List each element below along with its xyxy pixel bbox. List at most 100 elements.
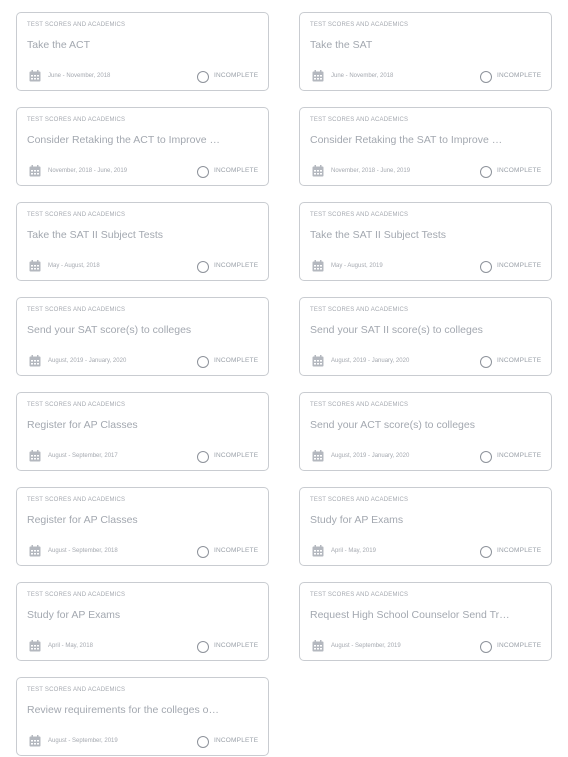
task-category: TEST SCORES AND ACADEMICS: [310, 402, 409, 408]
task-date: May - August, 2019: [331, 263, 383, 269]
status-circle-icon[interactable]: [197, 166, 209, 178]
task-card[interactable]: TEST SCORES AND ACADEMICS Send your SAT …: [299, 297, 552, 376]
task-status: INCOMPLETE: [214, 357, 259, 364]
task-title[interactable]: Register for AP Classes: [27, 419, 259, 431]
task-status: INCOMPLETE: [214, 547, 259, 554]
task-card[interactable]: TEST SCORES AND ACADEMICS Take the SAT I…: [299, 202, 552, 281]
task-category: TEST SCORES AND ACADEMICS: [310, 307, 409, 313]
task-category: TEST SCORES AND ACADEMICS: [310, 592, 409, 598]
task-card[interactable]: TEST SCORES AND ACADEMICS Send your SAT …: [16, 297, 269, 376]
task-title[interactable]: Review requirements for the colleges o…: [27, 704, 259, 716]
task-card[interactable]: TEST SCORES AND ACADEMICS Study for AP E…: [16, 582, 269, 661]
task-date: August, 2019 - January, 2020: [48, 358, 127, 364]
task-status: INCOMPLETE: [214, 642, 259, 649]
task-title[interactable]: Register for AP Classes: [27, 514, 259, 526]
task-date: August - September, 2019: [331, 643, 401, 649]
status-circle-icon[interactable]: [197, 641, 209, 653]
status-circle-icon[interactable]: [480, 451, 492, 463]
task-category: TEST SCORES AND ACADEMICS: [27, 402, 126, 408]
task-card[interactable]: TEST SCORES AND ACADEMICS Take the ACT J…: [16, 12, 269, 91]
task-card[interactable]: TEST SCORES AND ACADEMICS Review require…: [16, 677, 269, 756]
task-card[interactable]: TEST SCORES AND ACADEMICS Register for A…: [16, 487, 269, 566]
task-card[interactable]: TEST SCORES AND ACADEMICS Register for A…: [16, 392, 269, 471]
calendar-icon: [312, 260, 324, 272]
task-category: TEST SCORES AND ACADEMICS: [27, 22, 126, 28]
task-category: TEST SCORES AND ACADEMICS: [310, 22, 409, 28]
task-status: INCOMPLETE: [214, 167, 259, 174]
status-circle-icon[interactable]: [480, 546, 492, 558]
task-category: TEST SCORES AND ACADEMICS: [310, 117, 409, 123]
calendar-icon: [29, 450, 41, 462]
task-card[interactable]: TEST SCORES AND ACADEMICS Request High S…: [299, 582, 552, 661]
status-circle-icon[interactable]: [480, 641, 492, 653]
task-status: INCOMPLETE: [497, 262, 542, 269]
calendar-icon: [29, 355, 41, 367]
task-status: INCOMPLETE: [497, 72, 542, 79]
task-category: TEST SCORES AND ACADEMICS: [27, 497, 126, 503]
status-circle-icon[interactable]: [197, 736, 209, 748]
task-date: August - September, 2017: [48, 453, 118, 459]
task-card[interactable]: TEST SCORES AND ACADEMICS Take the SAT I…: [16, 202, 269, 281]
task-card[interactable]: TEST SCORES AND ACADEMICS Consider Retak…: [16, 107, 269, 186]
status-circle-icon[interactable]: [480, 261, 492, 273]
calendar-icon: [312, 70, 324, 82]
status-circle-icon[interactable]: [197, 451, 209, 463]
calendar-icon: [29, 735, 41, 747]
task-card[interactable]: TEST SCORES AND ACADEMICS Take the SAT J…: [299, 12, 552, 91]
task-date: August, 2019 - January, 2020: [331, 358, 410, 364]
task-status: INCOMPLETE: [497, 452, 542, 459]
calendar-icon: [312, 545, 324, 557]
task-date: August - September, 2019: [48, 738, 118, 744]
task-title[interactable]: Consider Retaking the SAT to Improve …: [310, 134, 542, 146]
task-card[interactable]: TEST SCORES AND ACADEMICS Send your ACT …: [299, 392, 552, 471]
task-status: INCOMPLETE: [497, 642, 542, 649]
task-category: TEST SCORES AND ACADEMICS: [27, 592, 126, 598]
task-card[interactable]: TEST SCORES AND ACADEMICS Study for AP E…: [299, 487, 552, 566]
status-circle-icon[interactable]: [197, 356, 209, 368]
task-category: TEST SCORES AND ACADEMICS: [27, 687, 126, 693]
status-circle-icon[interactable]: [480, 71, 492, 83]
task-category: TEST SCORES AND ACADEMICS: [27, 117, 126, 123]
task-status: INCOMPLETE: [214, 737, 259, 744]
task-card[interactable]: TEST SCORES AND ACADEMICS Consider Retak…: [299, 107, 552, 186]
task-date: August, 2019 - January, 2020: [331, 453, 410, 459]
task-status: INCOMPLETE: [497, 167, 542, 174]
task-status: INCOMPLETE: [214, 452, 259, 459]
calendar-icon: [312, 355, 324, 367]
task-title[interactable]: Send your SAT II score(s) to colleges: [310, 324, 542, 336]
status-circle-icon[interactable]: [197, 546, 209, 558]
task-title[interactable]: Take the ACT: [27, 39, 259, 51]
task-status: INCOMPLETE: [497, 357, 542, 364]
calendar-icon: [29, 640, 41, 652]
task-date: August - September, 2018: [48, 548, 118, 554]
task-title[interactable]: Take the SAT II Subject Tests: [27, 229, 259, 241]
calendar-icon: [312, 450, 324, 462]
calendar-icon: [312, 640, 324, 652]
task-date: May - August, 2018: [48, 263, 100, 269]
task-category: TEST SCORES AND ACADEMICS: [310, 212, 409, 218]
task-date: April - May, 2018: [48, 643, 93, 649]
task-grid: TEST SCORES AND ACADEMICS Take the ACT J…: [16, 12, 552, 756]
task-title[interactable]: Consider Retaking the ACT to Improve …: [27, 134, 259, 146]
status-circle-icon[interactable]: [480, 166, 492, 178]
task-title[interactable]: Send your ACT score(s) to colleges: [310, 419, 542, 431]
task-category: TEST SCORES AND ACADEMICS: [27, 212, 126, 218]
status-circle-icon[interactable]: [197, 71, 209, 83]
task-title[interactable]: Send your SAT score(s) to colleges: [27, 324, 259, 336]
task-title[interactable]: Take the SAT II Subject Tests: [310, 229, 542, 241]
task-date: November, 2018 - June, 2019: [48, 168, 128, 174]
task-category: TEST SCORES AND ACADEMICS: [27, 307, 126, 313]
task-status: INCOMPLETE: [497, 547, 542, 554]
status-circle-icon[interactable]: [480, 356, 492, 368]
task-title[interactable]: Take the SAT: [310, 39, 542, 51]
task-title[interactable]: Study for AP Exams: [310, 514, 542, 526]
calendar-icon: [29, 165, 41, 177]
status-circle-icon[interactable]: [197, 261, 209, 273]
task-title[interactable]: Study for AP Exams: [27, 609, 259, 621]
task-date: June - November, 2018: [331, 73, 394, 79]
calendar-icon: [29, 545, 41, 557]
task-title[interactable]: Request High School Counselor Send Tr…: [310, 609, 542, 621]
calendar-icon: [312, 165, 324, 177]
task-date: June - November, 2018: [48, 73, 111, 79]
task-date: November, 2018 - June, 2019: [331, 168, 411, 174]
